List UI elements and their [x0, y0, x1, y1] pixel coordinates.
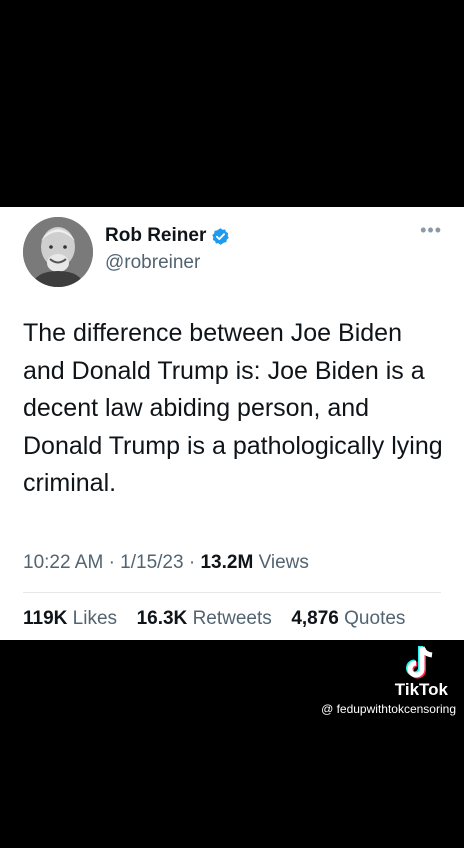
retweets-stat[interactable]: 16.3K Retweets — [137, 608, 277, 629]
quotes-count: 4,876 — [291, 608, 339, 629]
tiktok-brand: TikTok — [394, 680, 448, 699]
tiktok-logo-icon — [406, 646, 433, 679]
tiktok-username: @ fedupwithtokcensoring — [321, 702, 456, 716]
engagement-stats: 119K Likes 16.3K Retweets 4,876 Quotes — [23, 608, 405, 630]
likes-stat[interactable]: 119K Likes — [23, 608, 122, 629]
quotes-stat[interactable]: 4,876 Quotes — [291, 608, 405, 629]
tweet-text: The difference between Joe Biden and Don… — [23, 319, 443, 497]
tweet-card: Rob Reiner @robreiner ••• The difference… — [0, 207, 464, 640]
tiktok-watermark: TikTok @ fedupwithtokcensoring — [256, 640, 456, 730]
tweet-date[interactable]: 1/15/23 — [120, 552, 183, 573]
tweet-meta: 10:22 AM · 1/15/23 · 13.2M Views — [23, 552, 309, 574]
author-name[interactable]: Rob Reiner — [105, 225, 206, 247]
verified-badge-icon — [211, 227, 230, 246]
author-handle[interactable]: @robreiner — [105, 252, 200, 274]
avatar[interactable] — [23, 217, 93, 287]
separator-dot: · — [188, 552, 201, 573]
divider — [23, 592, 441, 593]
separator-dot: · — [108, 552, 121, 573]
views-label: Views — [258, 552, 309, 573]
more-icon[interactable]: ••• — [420, 221, 442, 239]
likes-count: 119K — [23, 608, 68, 629]
quotes-label: Quotes — [344, 608, 406, 629]
likes-label: Likes — [72, 608, 118, 629]
author-row: Rob Reiner — [105, 225, 230, 247]
views-count: 13.2M — [200, 552, 254, 573]
retweets-label: Retweets — [192, 608, 272, 629]
avatar-image — [23, 217, 93, 287]
tweet-time[interactable]: 10:22 AM — [23, 552, 103, 573]
retweets-count: 16.3K — [136, 608, 188, 629]
